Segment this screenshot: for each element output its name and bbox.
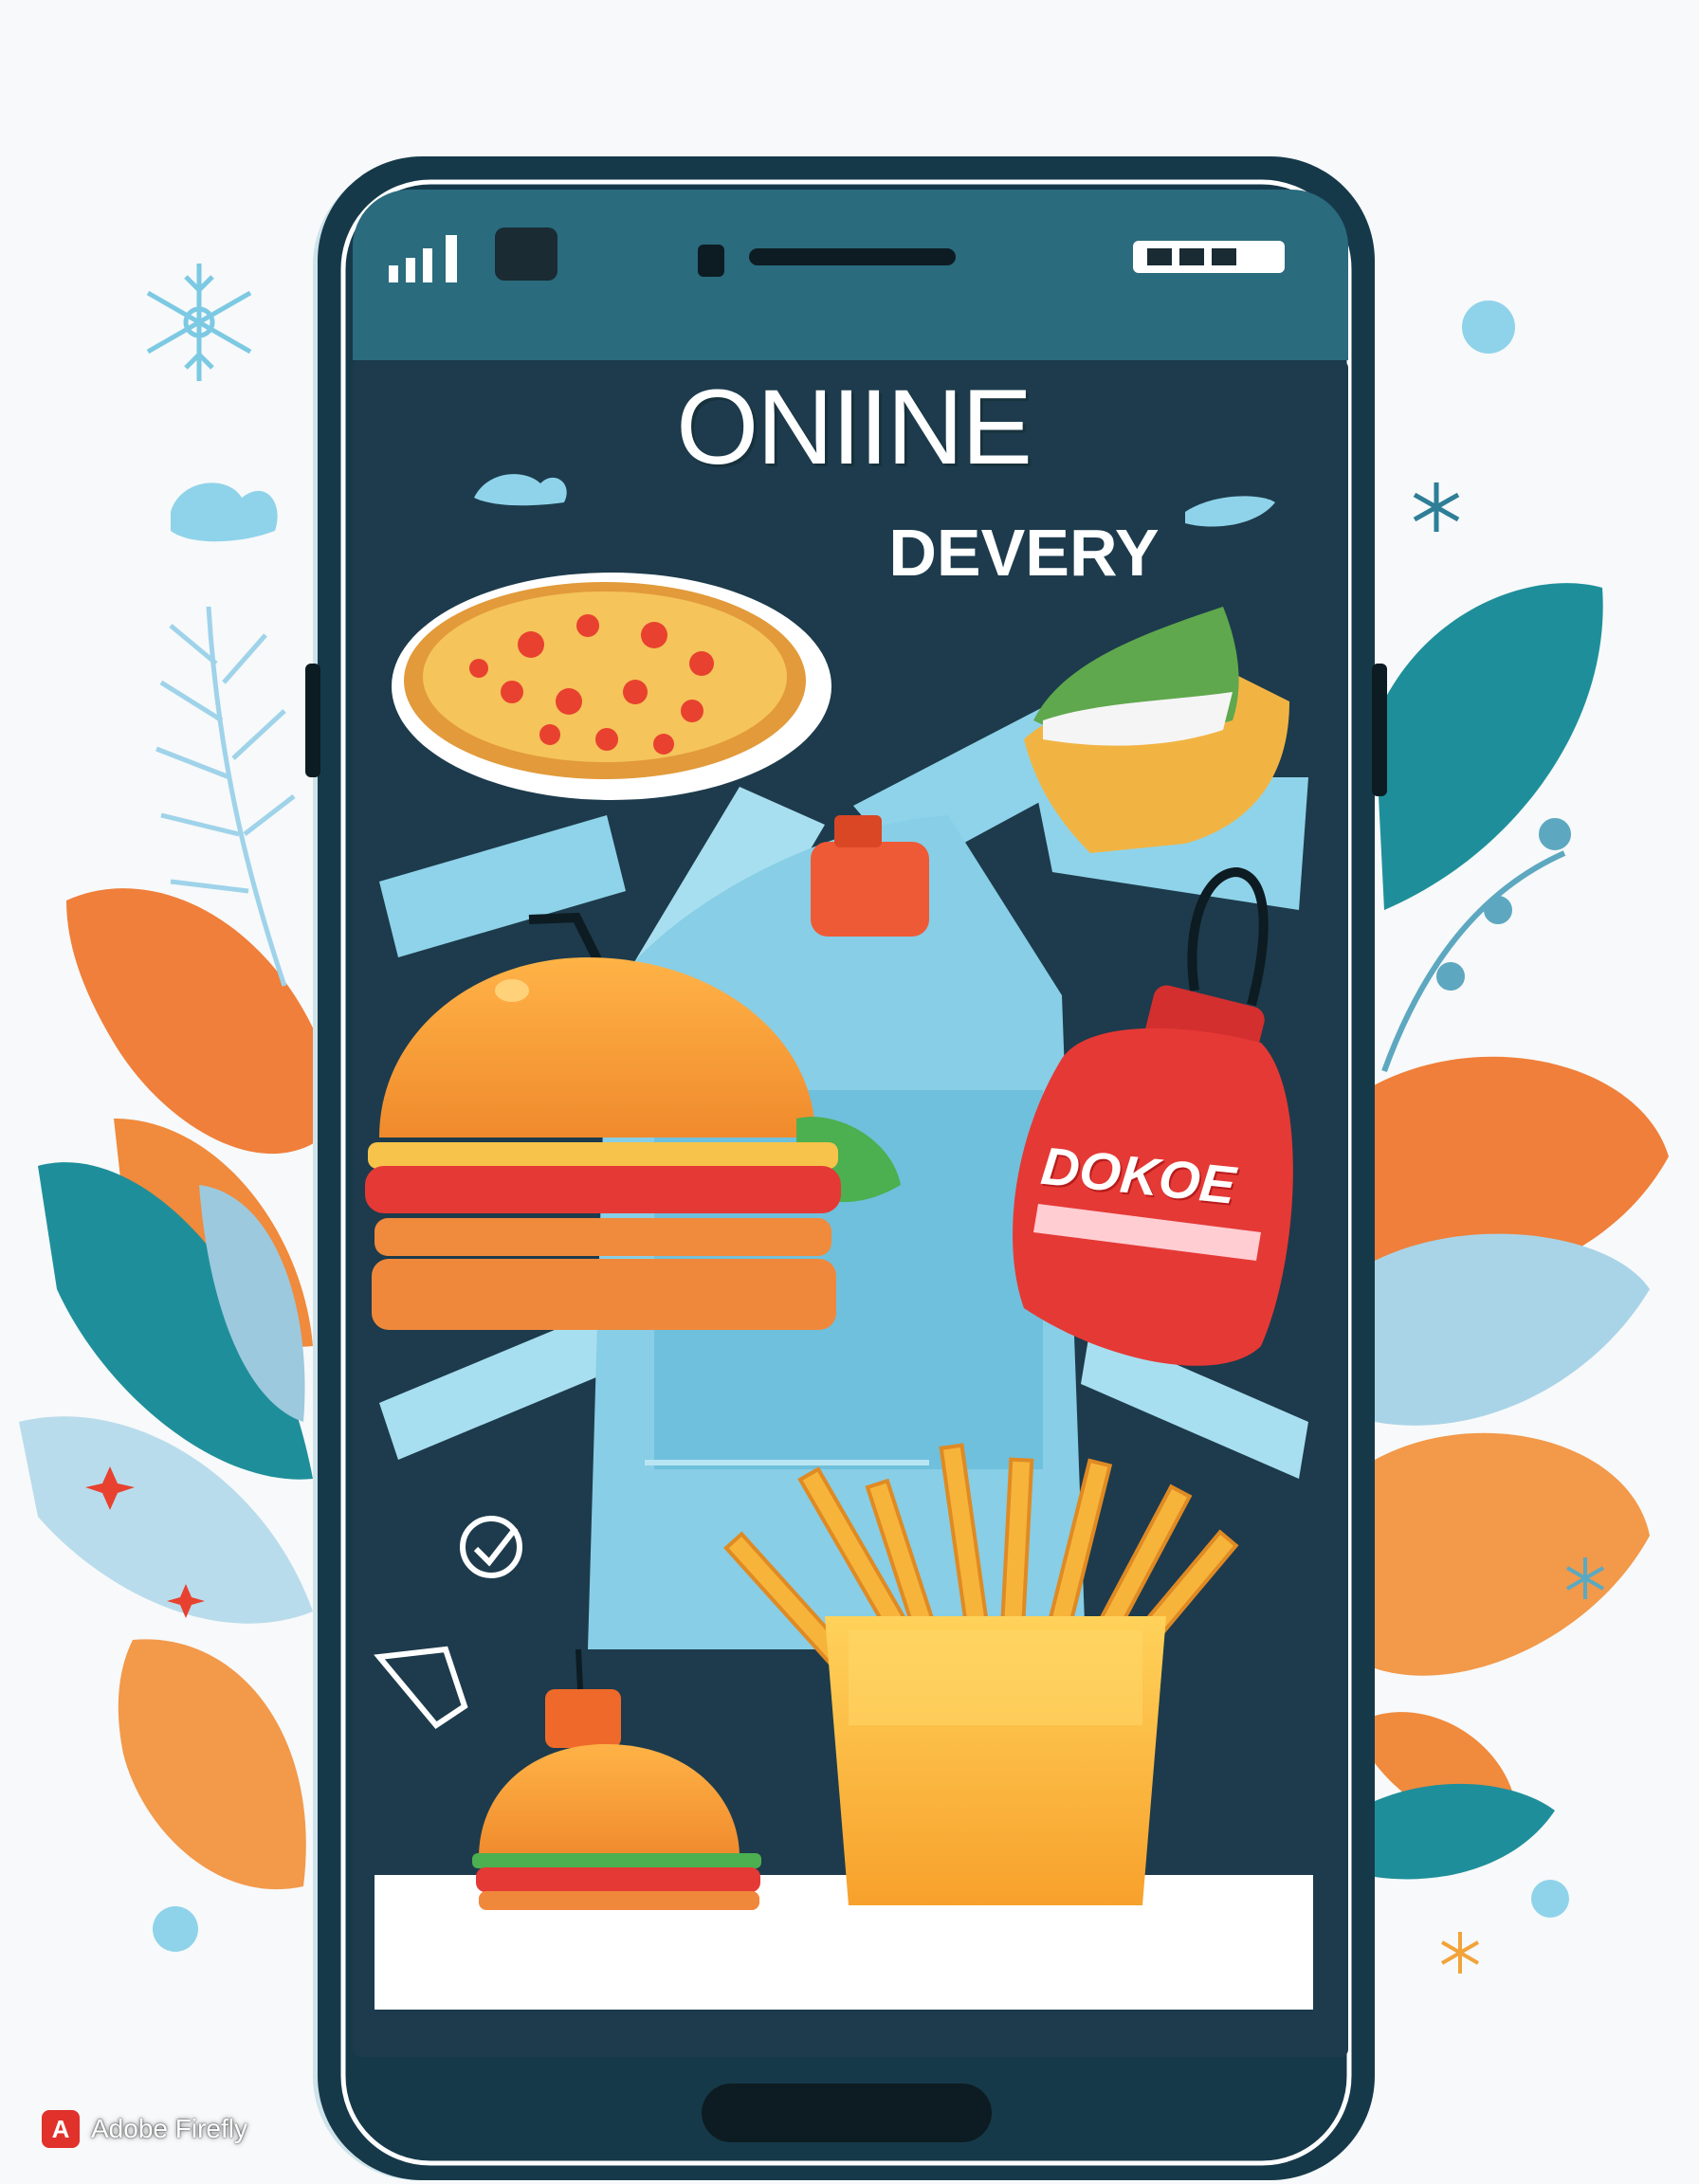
- phone-top-bar-flat: [353, 303, 1348, 360]
- headline-text: ONIINE: [676, 368, 1032, 486]
- status-chip: [495, 228, 557, 281]
- pizza: [392, 573, 831, 800]
- dot-blue-right-bottom: [1531, 1880, 1569, 1918]
- battery-icon: [1133, 241, 1285, 273]
- power-button: [1372, 664, 1387, 796]
- leaf-teal-right-2: [1375, 1783, 1555, 1880]
- snowflake-icon: [1413, 482, 1460, 532]
- subheadline-text: DEVERY: [888, 516, 1160, 590]
- leaf-orange-right-2: [1375, 1432, 1650, 1676]
- snowflake-icon: [146, 264, 252, 381]
- leaf-orange-left-1: [66, 888, 341, 1155]
- volume-button: [305, 664, 320, 777]
- adobe-logo-icon: A: [42, 2110, 80, 2148]
- leaf-orange-left-2: [118, 1639, 306, 1890]
- leaf-teal-right-1: [1375, 583, 1603, 910]
- cloud-left: [171, 482, 278, 542]
- watermark: A Adobe Firefly: [42, 2110, 247, 2148]
- dot-blue-left-bottom: [153, 1906, 198, 1952]
- central-line: [645, 1460, 929, 1465]
- camera-dot: [698, 245, 724, 277]
- watermark-text: Adobe Firefly: [91, 2114, 247, 2143]
- scene: [19, 156, 1669, 2180]
- leaf-lightblue-right: [1375, 1233, 1650, 1426]
- speaker-slot: [749, 248, 956, 265]
- home-button: [702, 2084, 992, 2142]
- snowflake-icon: [1440, 1932, 1480, 1974]
- dot-blue-right: [1462, 300, 1515, 354]
